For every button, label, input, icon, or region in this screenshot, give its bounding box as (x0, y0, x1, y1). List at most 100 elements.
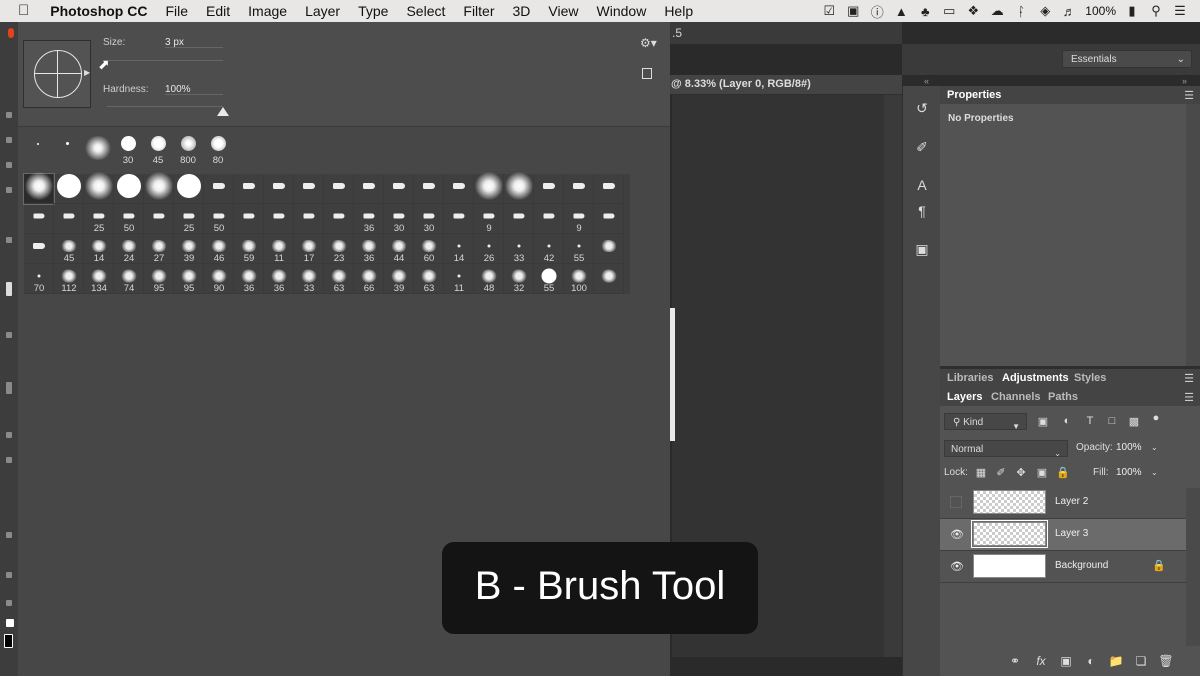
opacity-value[interactable]: 100% (1116, 442, 1142, 453)
brush-preset[interactable] (54, 173, 84, 204)
brush-preset[interactable] (294, 174, 324, 204)
new-layer-icon[interactable]: ❏ (1132, 654, 1150, 668)
brush-preset[interactable] (594, 264, 624, 294)
brush-preset[interactable]: 59 (234, 234, 264, 264)
recent-brush[interactable] (84, 136, 112, 166)
brush-preset[interactable] (534, 204, 564, 234)
brush-preset[interactable] (234, 174, 264, 204)
brush-preset[interactable]: 33 (504, 234, 534, 264)
apple-menu-icon[interactable]:  (0, 0, 41, 22)
brush-preset[interactable]: 25 (84, 204, 114, 234)
brush-preset[interactable] (144, 204, 174, 234)
lock-icon[interactable]: 🔒 (1152, 559, 1166, 572)
hardness-slider[interactable] (107, 106, 223, 107)
blend-mode-select[interactable]: Normal ⌄ (944, 440, 1068, 458)
brush-preset[interactable]: 26 (474, 234, 504, 264)
onepassword-icon[interactable]: ⓘ (869, 2, 885, 21)
layer-row-selected[interactable]: 👁 Layer 3 (940, 519, 1186, 551)
history-icon[interactable]: ↺ (913, 99, 931, 117)
layer-thumbnail[interactable] (973, 490, 1046, 514)
brush-preset[interactable]: 55 (534, 264, 564, 294)
tool-icon[interactable] (6, 332, 12, 338)
brush-preset[interactable]: 45 (54, 234, 84, 264)
brush-preset[interactable] (144, 171, 174, 204)
brush-preset[interactable]: 46 (204, 234, 234, 264)
tab-channels[interactable]: Channels (991, 391, 1041, 403)
brush-preset[interactable]: 36 (354, 204, 384, 234)
layer-thumbnail[interactable] (973, 554, 1046, 578)
new-adjustment-layer-icon[interactable]: ◐ (1082, 654, 1100, 668)
canvas-scrollbar[interactable] (884, 95, 902, 657)
app-menu[interactable]: Photoshop CC (41, 0, 156, 22)
brush-preset[interactable]: 55 (564, 234, 594, 264)
tool-icon[interactable] (6, 137, 12, 143)
brush-preset[interactable]: 23 (324, 234, 354, 264)
menu-help[interactable]: Help (655, 0, 702, 22)
menu-filter[interactable]: Filter (454, 0, 503, 22)
layer-name[interactable]: Layer 3 (1055, 528, 1088, 539)
brush-preset[interactable] (534, 174, 564, 204)
brush-preset[interactable] (414, 174, 444, 204)
collapse-panels-icon[interactable]: » (1182, 76, 1187, 86)
brush-preset[interactable] (234, 204, 264, 234)
brush-preset[interactable] (564, 174, 594, 204)
tool-icon[interactable] (6, 432, 12, 438)
brush-preset[interactable] (294, 204, 324, 234)
add-mask-icon[interactable]: ▣ (1057, 654, 1075, 668)
drive-icon[interactable]: ▲ (893, 4, 909, 19)
filter-toggle-icon[interactable]: ● (1149, 412, 1163, 424)
notification-center-icon[interactable]: ☰ (1172, 3, 1188, 19)
brush-preset[interactable] (594, 204, 624, 234)
recent-brush[interactable]: 45 (144, 136, 172, 166)
brush-preset[interactable]: 74 (114, 264, 144, 294)
brush-preset[interactable]: 66 (354, 264, 384, 294)
evernote-icon[interactable]: ♣ (917, 4, 933, 19)
eye-icon[interactable]: 👁 (950, 560, 964, 573)
brush-preset[interactable] (114, 173, 144, 204)
brush-preset[interactable]: 48 (474, 264, 504, 294)
filter-shape-icon[interactable]: □ (1105, 415, 1119, 427)
character-icon[interactable]: A (913, 176, 931, 194)
brush-preset[interactable]: 112 (54, 264, 84, 294)
brush-preset[interactable]: 70 (24, 264, 54, 294)
brush-preset[interactable]: 134 (84, 264, 114, 294)
recent-brush[interactable]: 30 (114, 136, 142, 166)
recent-brush[interactable]: 800 (174, 136, 202, 166)
layer-thumbnail[interactable] (971, 520, 1048, 548)
dropbox-icon[interactable]: ❖ (965, 3, 981, 19)
menu-window[interactable]: Window (588, 0, 656, 22)
brush-preset[interactable] (474, 171, 504, 204)
link-layers-icon[interactable]: ⚭ (1006, 654, 1024, 668)
brush-preset[interactable]: 50 (114, 204, 144, 234)
brush-settings-icon[interactable]: ✐ (913, 138, 931, 156)
document-tab[interactable]: @ 8.33% (Layer 0, RGB/8#) (670, 75, 902, 95)
tool-icon[interactable] (6, 600, 12, 606)
paragraph-icon[interactable]: ¶ (913, 202, 931, 220)
lock-position-icon[interactable]: ✥ (1014, 466, 1028, 479)
brush-tip-preview[interactable]: ▶ (23, 40, 91, 108)
battery-icon[interactable]: ▮ (1124, 3, 1140, 19)
filter-pixel-icon[interactable]: ▣ (1036, 415, 1050, 428)
brush-preset[interactable] (444, 174, 474, 204)
brush-preset[interactable] (594, 234, 624, 264)
brush-preset[interactable] (54, 204, 84, 234)
foreground-color-swatch[interactable] (6, 619, 14, 627)
filter-adjustment-icon[interactable]: ◐ (1060, 415, 1074, 427)
brush-preset[interactable] (504, 171, 534, 204)
brush-preset[interactable]: 9 (474, 204, 504, 234)
menu-image[interactable]: Image (239, 0, 296, 22)
tab-paths[interactable]: Paths (1048, 391, 1078, 403)
display-icon[interactable]: ▭ (941, 3, 957, 19)
recent-brush[interactable]: 80 (204, 136, 232, 166)
brush-preset[interactable] (504, 204, 534, 234)
panel-menu-icon[interactable]: ☰ (1184, 372, 1194, 385)
tab-libraries[interactable]: Libraries (947, 372, 993, 384)
fill-value[interactable]: 100% (1116, 467, 1142, 478)
bluetooth-icon[interactable]: ᛛ (1013, 4, 1029, 19)
check-icon[interactable]: ☑ (821, 3, 837, 19)
menu-view[interactable]: View (539, 0, 587, 22)
brush-preset[interactable]: 30 (414, 204, 444, 234)
brush-preset[interactable]: 25 (174, 204, 204, 234)
tool-icon[interactable] (6, 162, 12, 168)
brush-preset[interactable]: 100 (564, 264, 594, 294)
